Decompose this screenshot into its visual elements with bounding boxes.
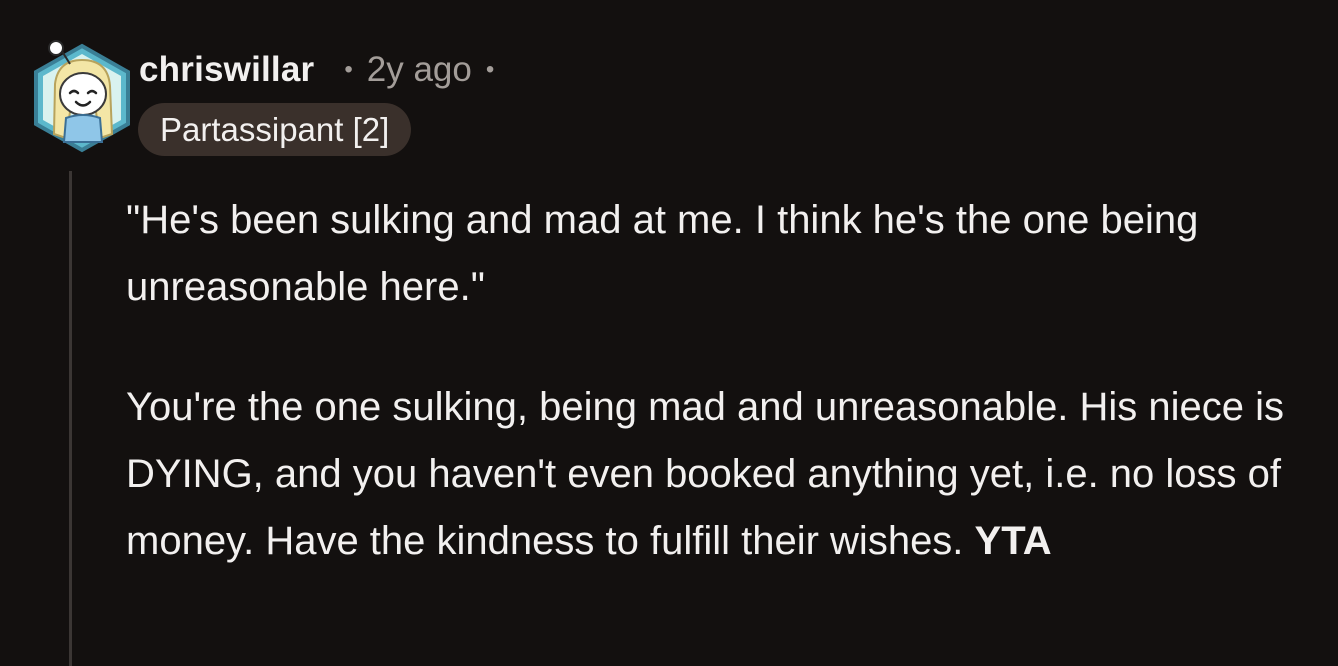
comment-paragraph-text: You're the one sulking, being mad and un…	[126, 385, 1285, 563]
verdict-bold-text: YTA	[974, 519, 1052, 563]
user-flair-badge: Partassipant [2]	[138, 103, 412, 156]
separator-dot-trailing: •	[485, 56, 495, 83]
comment-paragraph: You're the one sulking, being mad and un…	[126, 374, 1326, 575]
separator-dot: •	[344, 56, 353, 83]
thread-collapse-line[interactable]	[69, 171, 72, 666]
comment-paragraph: "He's been sulking and mad at me. I thin…	[126, 198, 1199, 309]
comment-timestamp[interactable]: 2y ago	[367, 50, 472, 90]
comment-body: "He's been sulking and mad at me. I thin…	[126, 187, 1326, 575]
author-username[interactable]: chriswillar	[139, 50, 314, 90]
snoo-avatar-icon[interactable]	[30, 38, 134, 154]
comment-header: chriswillar • 2y ago •	[139, 48, 494, 92]
